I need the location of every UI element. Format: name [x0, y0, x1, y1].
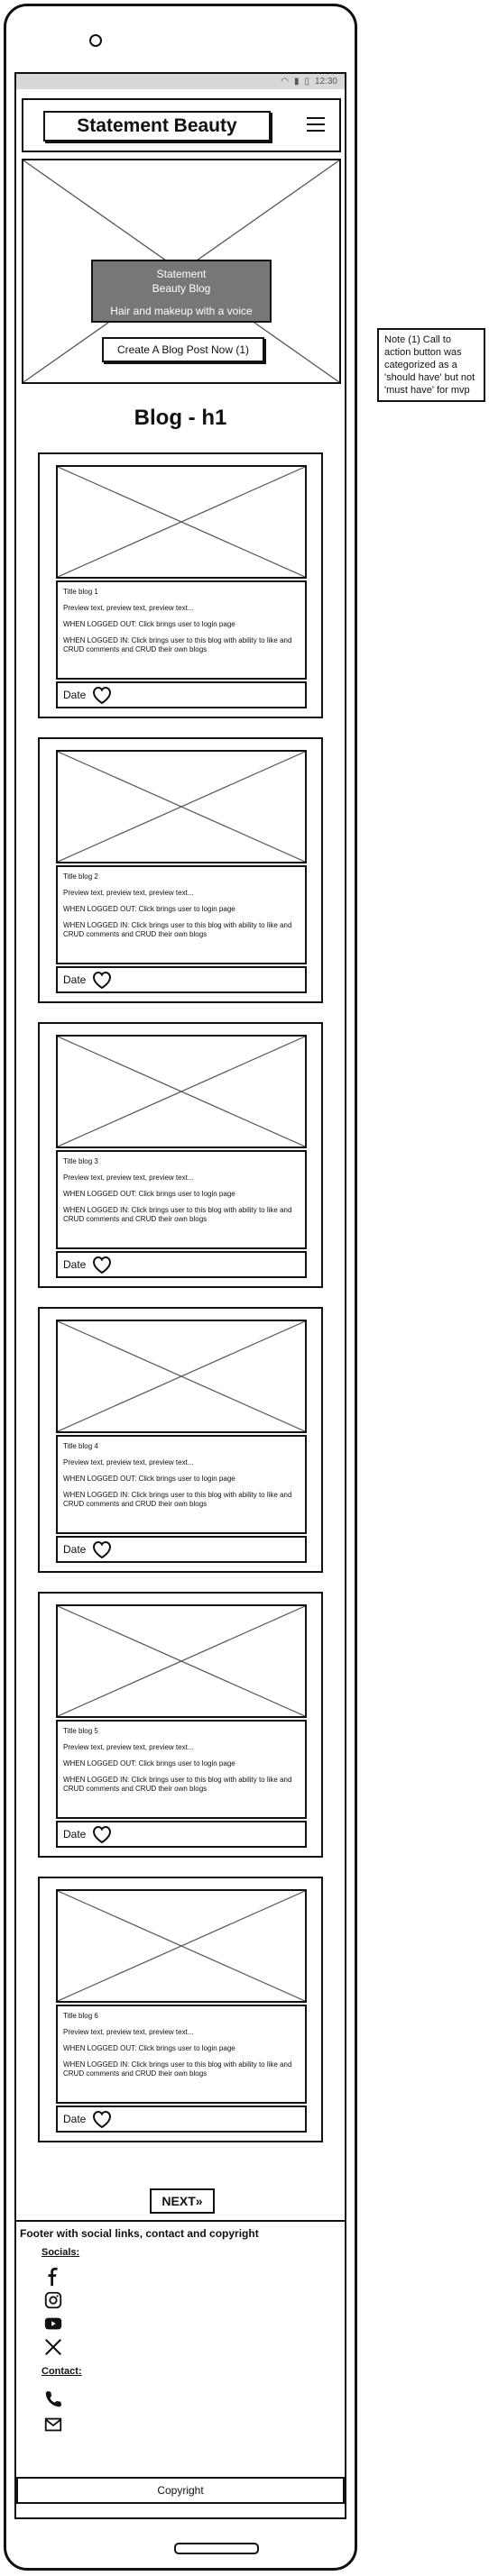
contact-label: Contact: — [42, 2366, 82, 2377]
blog-card[interactable]: Title blog 4 Preview text, preview text, … — [38, 1307, 323, 1573]
blog-card-body[interactable]: Title blog 3 Preview text, preview text, … — [56, 1150, 307, 1249]
double-chevron-right-icon: » — [195, 2194, 203, 2208]
blog-date: Date — [63, 1543, 87, 1556]
logged-out-note: WHEN LOGGED OUT: Click brings user to lo… — [63, 620, 235, 628]
blog-image-placeholder[interactable] — [56, 750, 307, 863]
blog-card-body[interactable]: Title blog 4 Preview text, preview text, … — [56, 1435, 307, 1534]
socials-label: Socials: — [42, 2247, 80, 2258]
blog-card-footer: Date — [56, 1251, 307, 1278]
blog-card[interactable]: Title blog 6 Preview text, preview text, … — [38, 1877, 323, 2142]
logged-out-note: WHEN LOGGED OUT: Click brings user to lo… — [63, 1190, 235, 1198]
status-time: 12:30 — [314, 77, 337, 87]
phone-icon[interactable] — [43, 2389, 63, 2409]
blog-preview: Preview text, preview text, preview text… — [63, 1458, 194, 1466]
blog-preview: Preview text, preview text, preview text… — [63, 1174, 194, 1182]
blog-card[interactable]: Title blog 5 Preview text, preview text, … — [38, 1592, 323, 1858]
blog-title: Title blog 3 — [63, 1157, 98, 1165]
blog-card-body[interactable]: Title blog 5 Preview text, preview text, … — [56, 1720, 307, 1819]
wifi-icon: ◠ — [281, 77, 289, 87]
logged-in-note: WHEN LOGGED IN: Click brings user to thi… — [63, 636, 292, 653]
annotation-note: Note (1) Call to action button was categ… — [377, 328, 485, 402]
heart-icon[interactable] — [91, 2109, 113, 2129]
blog-date: Date — [63, 689, 87, 701]
blog-image-placeholder[interactable] — [56, 1320, 307, 1433]
blog-date: Date — [63, 2113, 87, 2125]
blog-card-footer: Date — [56, 1536, 307, 1563]
heart-icon[interactable] — [91, 1539, 113, 1559]
next-label: NEXT — [161, 2194, 196, 2208]
blog-card-footer: Date — [56, 966, 307, 993]
blog-date: Date — [63, 973, 87, 986]
blog-preview: Preview text, preview text, preview text… — [63, 889, 194, 897]
blog-card[interactable]: Title blog 1 Preview text, preview text, … — [38, 452, 323, 718]
phone-screen: ◠ ▮ ▯ 12:30 Statement Beauty Statement B… — [14, 72, 346, 2519]
hero-title-line2: Beauty Blog — [152, 282, 211, 295]
status-bar: ◠ ▮ ▯ 12:30 — [16, 74, 345, 89]
blog-card-body[interactable]: Title blog 2 Preview text, preview text, … — [56, 865, 307, 964]
next-page-button[interactable]: NEXT » — [150, 2188, 215, 2214]
instagram-icon[interactable] — [43, 2290, 63, 2310]
home-indicator — [174, 2543, 259, 2554]
blog-card-footer: Date — [56, 1821, 307, 1848]
hero-tagline: Hair and makeup with a voice — [110, 305, 253, 317]
hamburger-menu-icon[interactable] — [307, 117, 325, 133]
blog-preview: Preview text, preview text, preview text… — [63, 604, 194, 612]
logged-in-note: WHEN LOGGED IN: Click brings user to thi… — [63, 2060, 292, 2078]
facebook-icon[interactable] — [43, 2267, 63, 2287]
youtube-icon[interactable] — [43, 2314, 63, 2334]
copyright-text: Copyright — [157, 2484, 204, 2497]
blog-title: Title blog 1 — [63, 588, 98, 596]
blog-card-footer: Date — [56, 2106, 307, 2133]
logged-out-note: WHEN LOGGED OUT: Click brings user to lo… — [63, 1475, 235, 1483]
page-title: Blog - h1 — [134, 406, 227, 430]
blog-preview: Preview text, preview text, preview text… — [63, 2028, 194, 2036]
blog-title: Title blog 6 — [63, 2012, 98, 2020]
battery-icon: ▯ — [304, 77, 309, 87]
blog-card[interactable]: Title blog 2 Preview text, preview text, … — [38, 737, 323, 1003]
blog-card-body[interactable]: Title blog 1 Preview text, preview text, … — [56, 580, 307, 680]
mail-icon[interactable] — [43, 2415, 63, 2434]
blog-date: Date — [63, 1828, 87, 1841]
blog-title: Title blog 4 — [63, 1442, 98, 1450]
footer-title: Footer with social links, contact and co… — [20, 2227, 259, 2240]
blog-title: Title blog 2 — [63, 872, 98, 881]
blog-image-placeholder[interactable] — [56, 1035, 307, 1148]
heart-icon[interactable] — [91, 1824, 113, 1844]
blog-image-placeholder[interactable] — [56, 1889, 307, 2003]
logged-out-note: WHEN LOGGED OUT: Click brings user to lo… — [63, 905, 235, 913]
heart-icon[interactable] — [91, 1255, 113, 1274]
blog-card[interactable]: Title blog 3 Preview text, preview text, … — [38, 1022, 323, 1288]
heart-icon[interactable] — [91, 970, 113, 990]
logged-out-note: WHEN LOGGED OUT: Click brings user to lo… — [63, 2044, 235, 2052]
create-post-button[interactable]: Create A Blog Post Now (1) — [102, 337, 264, 362]
x-icon[interactable] — [43, 2337, 63, 2357]
site-footer: Footer with social links, contact and co… — [16, 2220, 345, 2521]
logged-in-note: WHEN LOGGED IN: Click brings user to thi… — [63, 1776, 292, 1793]
blog-preview: Preview text, preview text, preview text… — [63, 1743, 194, 1751]
blog-title: Title blog 5 — [63, 1727, 98, 1735]
signal-icon: ▮ — [293, 77, 300, 87]
blog-card-body[interactable]: Title blog 6 Preview text, preview text, … — [56, 2005, 307, 2104]
hero-title-line1: Statement — [156, 268, 207, 280]
logged-in-note: WHEN LOGGED IN: Click brings user to thi… — [63, 921, 292, 938]
hero-text-box: Statement Beauty Blog Hair and makeup wi… — [91, 260, 272, 323]
hero-section: Statement Beauty Blog Hair and makeup wi… — [22, 159, 341, 384]
logged-in-note: WHEN LOGGED IN: Click brings user to thi… — [63, 1491, 292, 1508]
brand-logo[interactable]: Statement Beauty — [43, 111, 271, 142]
logged-out-note: WHEN LOGGED OUT: Click brings user to lo… — [63, 1759, 235, 1768]
blog-card-footer: Date — [56, 681, 307, 708]
blog-image-placeholder[interactable] — [56, 1604, 307, 1718]
camera-icon — [89, 34, 102, 47]
copyright-bar: Copyright — [16, 2477, 345, 2504]
logged-in-note: WHEN LOGGED IN: Click brings user to thi… — [63, 1206, 292, 1223]
heart-icon[interactable] — [91, 685, 113, 705]
blog-image-placeholder[interactable] — [56, 465, 307, 579]
site-header: Statement Beauty — [22, 98, 341, 152]
blog-date: Date — [63, 1258, 87, 1271]
